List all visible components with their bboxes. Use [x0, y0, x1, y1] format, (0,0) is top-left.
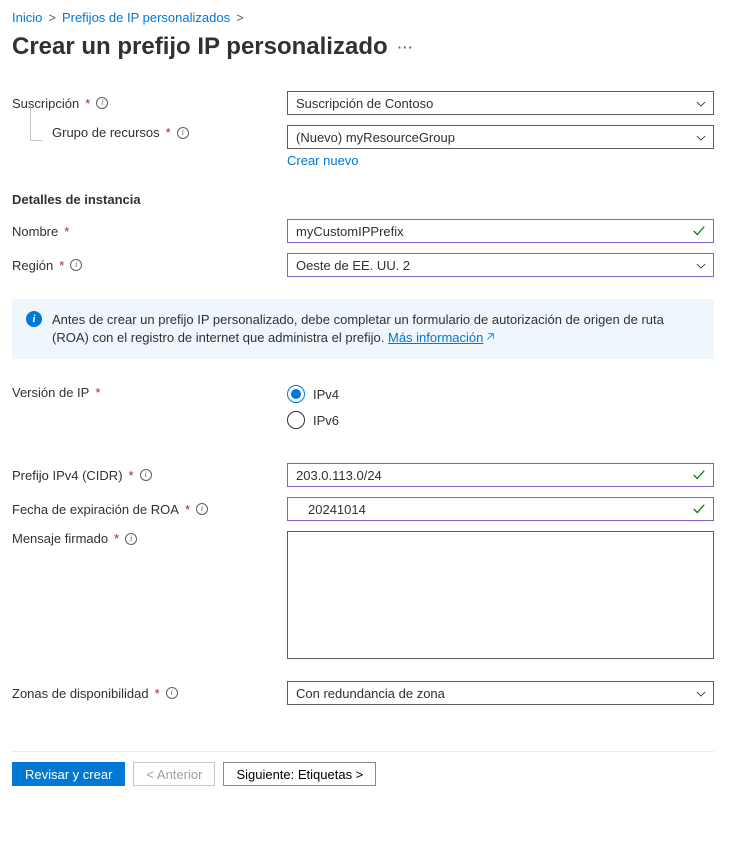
required-asterisk: * — [155, 686, 160, 701]
info-icon[interactable] — [177, 127, 189, 139]
name-label: Nombre * — [12, 224, 287, 239]
region-label: Región * — [12, 258, 287, 273]
check-icon — [692, 502, 706, 516]
external-link-icon — [485, 329, 495, 339]
signed-msg-textarea[interactable] — [287, 531, 714, 659]
required-asterisk: * — [64, 224, 69, 239]
label-text: Zonas de disponibilidad — [12, 686, 149, 701]
name-input[interactable]: myCustomIPPrefix — [287, 219, 714, 243]
cidr-input[interactable]: 203.0.113.0/24 — [287, 463, 714, 487]
link-text: Más información — [388, 330, 483, 345]
page-title-text: Crear un prefijo IP personalizado — [12, 33, 388, 61]
subscription-label: Suscripción * — [12, 96, 287, 111]
label-text: Mensaje firmado — [12, 531, 108, 546]
previous-button: < Anterior — [133, 762, 215, 786]
select-value: Oeste de EE. UU. 2 — [296, 258, 410, 273]
required-asterisk: * — [95, 385, 100, 400]
info-icon[interactable] — [96, 97, 108, 109]
info-message: Antes de crear un prefijo IP personaliza… — [52, 311, 700, 347]
divider — [12, 751, 714, 752]
radio-unselected-icon — [287, 411, 305, 429]
info-icon[interactable] — [140, 469, 152, 481]
required-asterisk: * — [129, 468, 134, 483]
chevron-down-icon — [696, 131, 706, 141]
label-text: Fecha de expiración de ROA — [12, 502, 179, 517]
radio-label: IPv4 — [313, 387, 339, 402]
breadcrumb-home[interactable]: Inicio — [12, 10, 42, 25]
chevron-down-icon — [696, 97, 706, 107]
cidr-label: Prefijo IPv4 (CIDR) * — [12, 468, 287, 483]
az-label: Zonas de disponibilidad * — [12, 686, 287, 701]
info-text: Antes de crear un prefijo IP personaliza… — [52, 312, 664, 345]
required-asterisk: * — [166, 125, 171, 140]
more-info-link[interactable]: Más información — [388, 330, 495, 345]
label-text: Nombre — [12, 224, 58, 239]
check-icon — [692, 224, 706, 238]
ip-version-label: Versión de IP * — [12, 385, 287, 400]
info-icon[interactable] — [70, 259, 82, 271]
chevron-down-icon — [696, 259, 706, 269]
review-create-button[interactable]: Revisar y crear — [12, 762, 125, 786]
label-text: Versión de IP — [12, 385, 89, 400]
subscription-select[interactable]: Suscripción de Contoso — [287, 91, 714, 115]
create-new-link[interactable]: Crear nuevo — [287, 153, 359, 168]
select-value: Suscripción de Contoso — [296, 96, 433, 111]
next-button[interactable]: Siguiente: Etiquetas > — [223, 762, 376, 786]
required-asterisk: * — [85, 96, 90, 111]
required-asterisk: * — [185, 502, 190, 517]
chevron-right-icon: > — [48, 10, 56, 25]
resource-group-label: Grupo de recursos * — [12, 125, 287, 140]
input-value: 20241014 — [308, 502, 366, 517]
radio-label: IPv6 — [313, 413, 339, 428]
select-value: (Nuevo) myResourceGroup — [296, 130, 455, 145]
resource-group-select[interactable]: (Nuevo) myResourceGroup — [287, 125, 714, 149]
label-text: Suscripción — [12, 96, 79, 111]
breadcrumb: Inicio > Prefijos de IP personalizados > — [12, 8, 714, 29]
roa-info-panel: i Antes de crear un prefijo IP personali… — [12, 299, 714, 359]
info-icon[interactable] — [125, 533, 137, 545]
ipv6-radio[interactable]: IPv6 — [287, 411, 714, 429]
info-icon[interactable] — [166, 687, 178, 699]
footer-bar: Revisar y crear < Anterior Siguiente: Et… — [12, 762, 714, 798]
breadcrumb-list[interactable]: Prefijos de IP personalizados — [62, 10, 230, 25]
label-text: Prefijo IPv4 (CIDR) — [12, 468, 123, 483]
tree-line — [30, 105, 42, 141]
more-actions-icon[interactable]: ··· — [398, 40, 414, 55]
signed-msg-label: Mensaje firmado * — [12, 531, 287, 546]
roa-exp-input[interactable]: 20241014 — [287, 497, 714, 521]
check-icon — [692, 468, 706, 482]
required-asterisk: * — [114, 531, 119, 546]
input-value: 203.0.113.0/24 — [296, 468, 382, 483]
chevron-down-icon — [696, 687, 706, 697]
region-select[interactable]: Oeste de EE. UU. 2 — [287, 253, 714, 277]
info-icon: i — [26, 311, 42, 327]
roa-exp-label: Fecha de expiración de ROA * — [12, 502, 287, 517]
radio-selected-icon — [287, 385, 305, 403]
select-value: Con redundancia de zona — [296, 686, 445, 701]
input-value: myCustomIPPrefix — [296, 224, 404, 239]
ipv4-radio[interactable]: IPv4 — [287, 385, 714, 403]
required-asterisk: * — [59, 258, 64, 273]
instance-details-header: Detalles de instancia — [12, 192, 714, 207]
label-text: Región — [12, 258, 53, 273]
az-select[interactable]: Con redundancia de zona — [287, 681, 714, 705]
chevron-right-icon: > — [236, 10, 244, 25]
label-text: Grupo de recursos — [52, 125, 160, 140]
info-icon[interactable] — [196, 503, 208, 515]
page-title: Crear un prefijo IP personalizado ··· — [12, 29, 714, 63]
